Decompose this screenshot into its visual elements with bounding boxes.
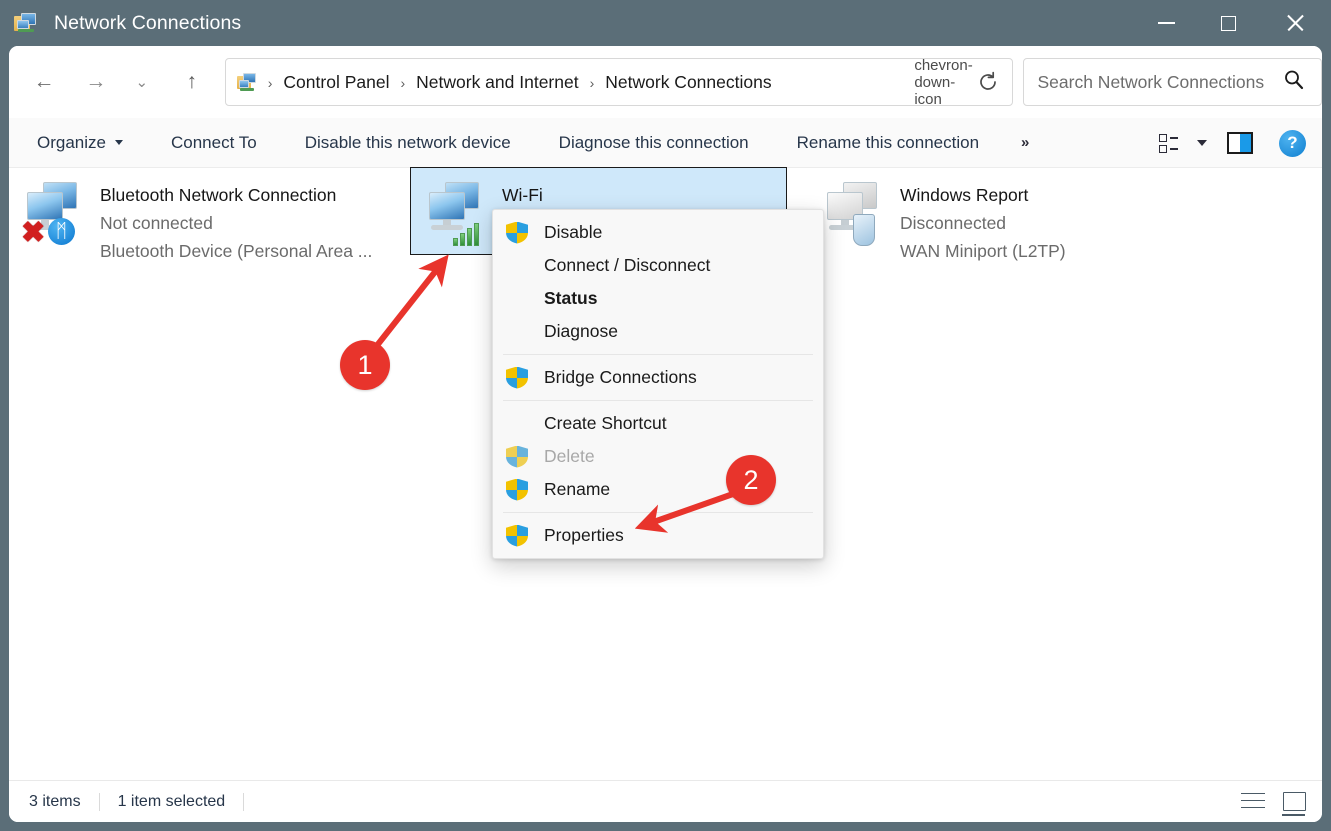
network-connections-window: Network Connections ← → ⌄ ↑ › Control Pa… [0, 0, 1331, 831]
annotation-arrow-2 [634, 491, 734, 533]
